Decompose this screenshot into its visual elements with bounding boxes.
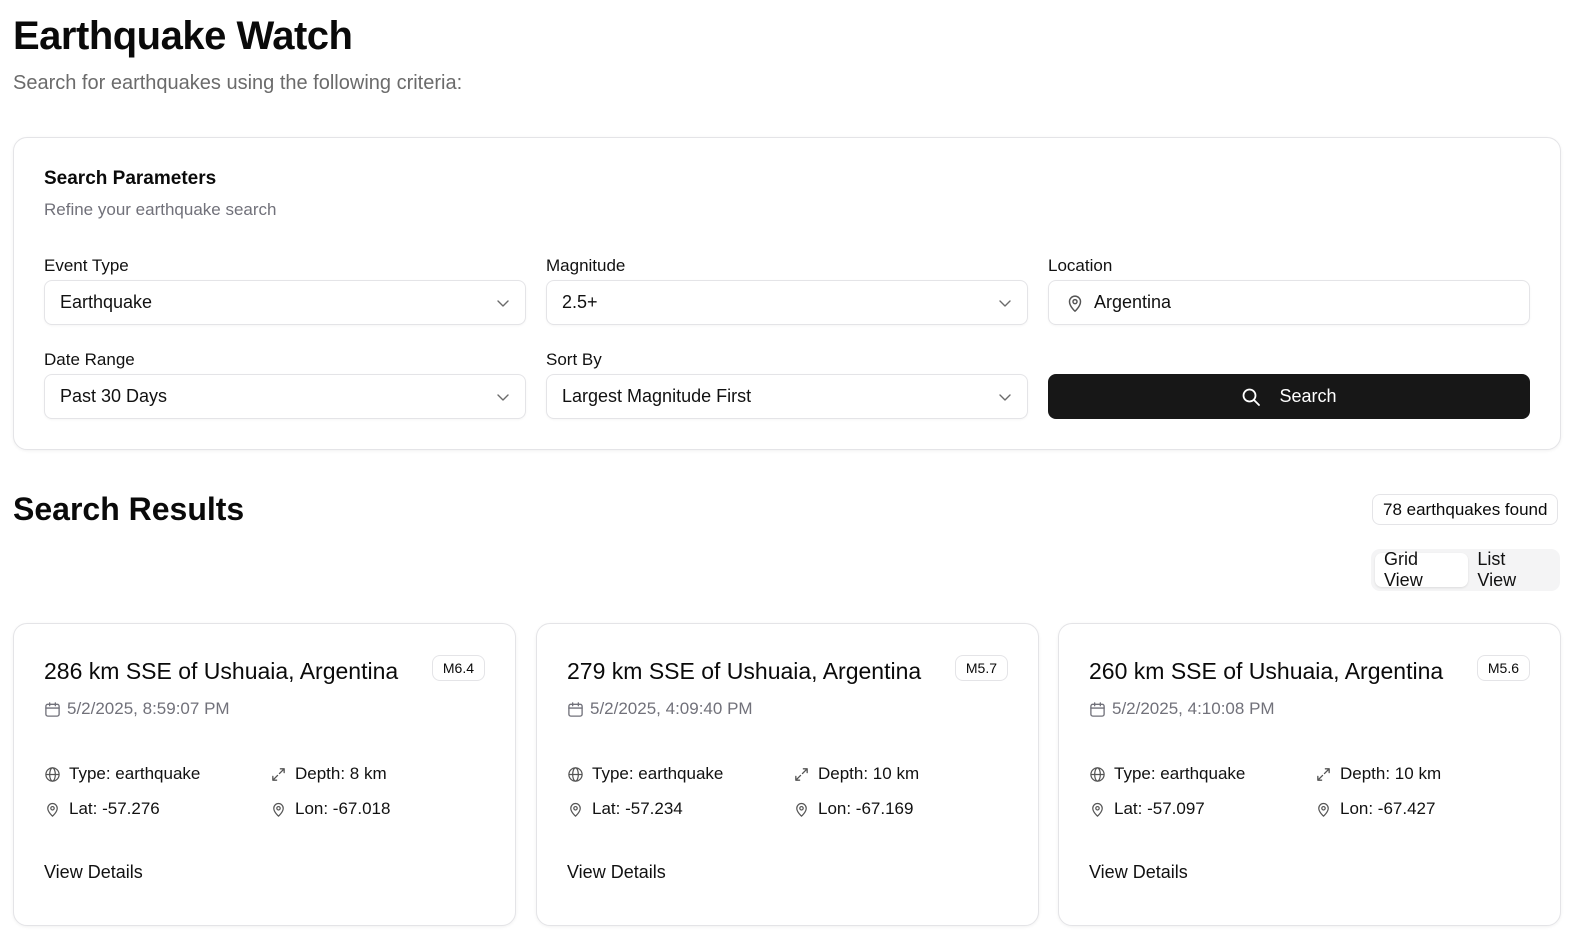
date-range-select[interactable]: Past 30 Days — [44, 374, 526, 419]
card-lon-text: Lon: -67.169 — [818, 799, 914, 818]
globe-icon — [44, 766, 61, 783]
search-parameters-panel: Search Parameters Refine your earthquake… — [13, 137, 1561, 450]
card-title: 260 km SSE of Ushuaia, Argentina — [1089, 658, 1444, 684]
earthquake-card: 260 km SSE of Ushuaia, Argentina M5.6 5/… — [1058, 623, 1561, 926]
card-depth-text: Depth: 10 km — [1340, 764, 1442, 783]
globe-icon — [567, 766, 584, 783]
panel-title: Search Parameters — [44, 168, 217, 189]
grid-view-button[interactable]: Grid View — [1375, 549, 1469, 590]
card-type-text: Type: earthquake — [592, 764, 724, 783]
location-label: Location — [1048, 256, 1113, 275]
chevron-down-icon — [496, 390, 510, 404]
card-date: 5/2/2025, 4:10:08 PM — [1089, 699, 1275, 719]
card-depth-text: Depth: 8 km — [295, 764, 387, 783]
view-toggle: Grid View List View — [1371, 549, 1560, 591]
card-depth: Depth: 10 km — [793, 764, 919, 784]
map-pin-icon — [1315, 801, 1332, 818]
card-date: 5/2/2025, 8:59:07 PM — [44, 699, 230, 719]
view-details-button[interactable]: View Details — [567, 862, 666, 883]
magnitude-label: Magnitude — [546, 256, 626, 275]
sort-by-select[interactable]: Largest Magnitude First — [546, 374, 1028, 419]
card-lat: Lat: -57.097 — [1089, 799, 1205, 819]
card-lon-text: Lon: -67.427 — [1340, 799, 1436, 818]
results-count-badge: 78 earthquakes found — [1372, 494, 1559, 525]
sort-by-value: Largest Magnitude First — [562, 386, 752, 406]
date-range-label: Date Range — [44, 350, 135, 369]
expand-arrows-icon — [793, 766, 810, 783]
date-range-value: Past 30 Days — [60, 386, 168, 406]
earthquake-card: 286 km SSE of Ushuaia, Argentina M6.4 5/… — [13, 623, 516, 926]
card-date-text: 5/2/2025, 4:09:40 PM — [590, 699, 753, 718]
magnitude-badge: M5.6 — [1476, 655, 1530, 681]
chevron-down-icon — [998, 296, 1012, 310]
location-value: Argentina — [1094, 292, 1172, 312]
calendar-icon — [567, 701, 584, 718]
magnitude-select[interactable]: 2.5+ — [546, 280, 1028, 325]
card-title: 279 km SSE of Ushuaia, Argentina — [567, 658, 922, 684]
magnitude-badge: M5.7 — [954, 655, 1008, 681]
card-type-text: Type: earthquake — [1114, 764, 1246, 783]
event-type-label: Event Type — [44, 256, 129, 275]
magnitude-badge: M6.4 — [431, 655, 485, 681]
card-lat-text: Lat: -57.097 — [1114, 799, 1205, 818]
card-lon: Lon: -67.427 — [1315, 799, 1435, 819]
card-type: Type: earthquake — [44, 764, 200, 784]
results-title: Search Results — [13, 491, 245, 527]
chevron-down-icon — [998, 390, 1012, 404]
card-lat: Lat: -57.276 — [44, 799, 160, 819]
page-subtitle: Search for earthquakes using the followi… — [13, 72, 463, 94]
event-type-value: Earthquake — [60, 292, 153, 312]
card-lat-text: Lat: -57.234 — [592, 799, 683, 818]
map-pin-icon — [793, 801, 810, 818]
expand-arrows-icon — [1315, 766, 1332, 783]
map-pin-icon — [270, 801, 287, 818]
search-button[interactable]: Search — [1048, 374, 1530, 419]
map-pin-icon — [567, 801, 584, 818]
card-lon: Lon: -67.169 — [793, 799, 913, 819]
expand-arrows-icon — [270, 766, 287, 783]
map-pin-icon — [1064, 292, 1086, 314]
card-type: Type: earthquake — [567, 764, 723, 784]
card-date-text: 5/2/2025, 8:59:07 PM — [67, 699, 230, 718]
search-icon — [1241, 387, 1261, 407]
earthquake-card: 279 km SSE of Ushuaia, Argentina M5.7 5/… — [536, 623, 1039, 926]
card-lat: Lat: -57.234 — [567, 799, 683, 819]
chevron-down-icon — [496, 296, 510, 310]
page-title: Earthquake Watch — [13, 14, 353, 58]
list-view-button[interactable]: List View — [1468, 549, 1556, 590]
map-pin-icon — [44, 801, 61, 818]
calendar-icon — [44, 701, 61, 718]
search-button-label: Search — [1279, 386, 1337, 406]
panel-subtitle: Refine your earthquake search — [44, 200, 277, 219]
magnitude-value: 2.5+ — [562, 292, 598, 312]
card-type: Type: earthquake — [1089, 764, 1245, 784]
sort-by-label: Sort By — [546, 350, 602, 369]
location-input[interactable]: Argentina — [1048, 280, 1530, 325]
card-lon: Lon: -67.018 — [270, 799, 390, 819]
event-type-select[interactable]: Earthquake — [44, 280, 526, 325]
card-type-text: Type: earthquake — [69, 764, 201, 783]
view-details-button[interactable]: View Details — [1089, 862, 1188, 883]
calendar-icon — [1089, 701, 1106, 718]
card-title: 286 km SSE of Ushuaia, Argentina — [44, 658, 399, 684]
card-date-text: 5/2/2025, 4:10:08 PM — [1112, 699, 1275, 718]
card-date: 5/2/2025, 4:09:40 PM — [567, 699, 753, 719]
card-lon-text: Lon: -67.018 — [295, 799, 391, 818]
card-lat-text: Lat: -57.276 — [69, 799, 160, 818]
card-depth-text: Depth: 10 km — [818, 764, 920, 783]
globe-icon — [1089, 766, 1106, 783]
card-depth: Depth: 10 km — [1315, 764, 1441, 784]
card-depth: Depth: 8 km — [270, 764, 387, 784]
map-pin-icon — [1089, 801, 1106, 818]
view-details-button[interactable]: View Details — [44, 862, 143, 883]
